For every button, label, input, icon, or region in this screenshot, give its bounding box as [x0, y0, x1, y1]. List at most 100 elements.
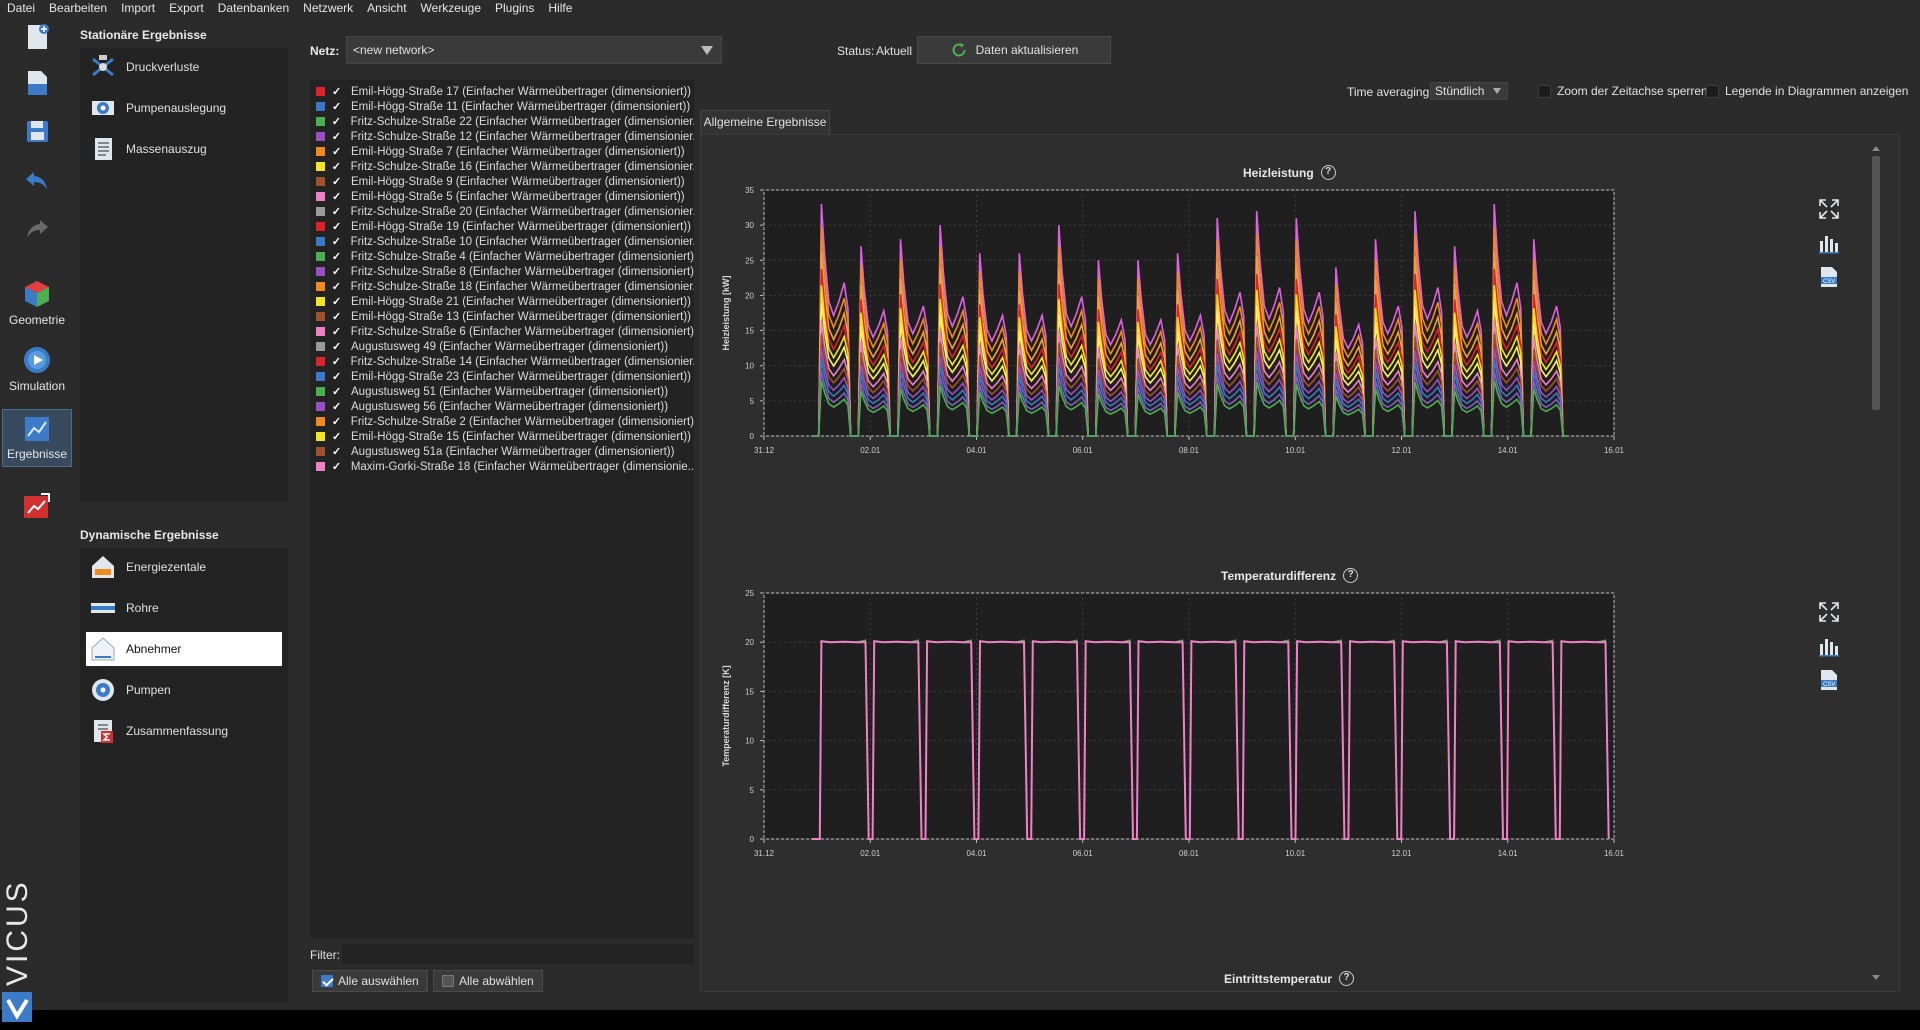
csv-export-button[interactable]: CSV — [1817, 668, 1841, 692]
scroll-thumb[interactable] — [1872, 156, 1880, 410]
consumer-item[interactable]: ✓ Augustusweg 51a (Einfacher Wärmeübertra… — [316, 444, 694, 459]
checkmark-icon[interactable]: ✓ — [332, 370, 342, 383]
legend-checkbox[interactable]: Legende in Diagrammen anzeigen — [1706, 84, 1908, 98]
nav-pumpenauslegung[interactable]: Pumpenauslegung — [86, 91, 282, 125]
tab-general-results[interactable]: Allgemeine Ergebnisse — [700, 110, 830, 134]
menu-bearbeiten[interactable]: Bearbeiten — [42, 0, 114, 16]
consumer-item[interactable]: ✓ Fritz-Schulze-Straße 8 (Einfacher Wärme… — [316, 264, 694, 279]
chart-scrollbar[interactable] — [1868, 142, 1884, 984]
checkmark-icon[interactable]: ✓ — [332, 100, 342, 113]
checkmark-icon[interactable]: ✓ — [332, 190, 342, 203]
nav-zusammenfassung[interactable]: Zusammenfassung — [86, 714, 282, 748]
consumer-item[interactable]: ✓ Augustusweg 56 (Einfacher Wärmeübertrag… — [316, 399, 694, 414]
consumer-item[interactable]: ✓ Maxim-Gorki-Straße 18 (Einfacher Wärmeü… — [316, 459, 694, 474]
checkmark-icon[interactable]: ✓ — [332, 130, 342, 143]
refresh-data-button[interactable]: Daten aktualisieren — [917, 36, 1111, 64]
nav-pumpen[interactable]: Pumpen — [86, 673, 282, 707]
checkmark-icon[interactable]: ✓ — [332, 445, 342, 458]
consumer-item[interactable]: ✓ Emil-Högg-Straße 13 (Einfacher Wärmeübe… — [316, 309, 694, 324]
checkmark-icon[interactable]: ✓ — [332, 295, 342, 308]
chart-settings-button[interactable] — [1817, 231, 1841, 255]
checkmark-icon[interactable]: ✓ — [332, 160, 342, 173]
consumer-item[interactable]: ✓ Emil-Högg-Straße 11 (Einfacher Wärmeübe… — [316, 99, 694, 114]
consumer-item[interactable]: ✓ Emil-Högg-Straße 5 (Einfacher Wärmeüber… — [316, 189, 694, 204]
select-all-button[interactable]: Alle auswählen — [312, 970, 428, 992]
consumer-item[interactable]: ✓ Fritz-Schulze-Straße 14 (Einfacher Wärm… — [316, 354, 694, 369]
consumer-item[interactable]: ✓ Fritz-Schulze-Straße 10 (Einfacher Wärm… — [316, 234, 694, 249]
consumer-item[interactable]: ✓ Fritz-Schulze-Straße 2 (Einfacher Wärme… — [316, 414, 694, 429]
save-button[interactable] — [2, 116, 72, 146]
help-icon[interactable]: ? — [1343, 568, 1359, 583]
nav-rohre[interactable]: Rohre — [86, 591, 282, 625]
consumer-item[interactable]: ✓ Fritz-Schulze-Straße 12 (Einfacher Wärm… — [316, 129, 694, 144]
consumer-item[interactable]: ✓ Augustusweg 49 (Einfacher Wärmeübertrag… — [316, 339, 694, 354]
simulation-button[interactable]: Simulation — [2, 344, 72, 393]
consumer-item[interactable]: ✓ Emil-Högg-Straße 15 (Einfacher Wärmeübe… — [316, 429, 694, 444]
filter-input[interactable] — [342, 944, 694, 964]
deselect-all-button[interactable]: Alle abwählen — [433, 970, 543, 992]
open-project-button[interactable] — [2, 68, 72, 98]
checkmark-icon[interactable]: ✓ — [332, 415, 342, 428]
menu-plugins[interactable]: Plugins — [488, 0, 541, 16]
redo-button[interactable] — [2, 214, 72, 244]
consumer-item[interactable]: ✓ Emil-Högg-Straße 17 (Einfacher Wärmeübe… — [316, 84, 694, 99]
fullscreen-button[interactable] — [1817, 197, 1841, 221]
consumer-item[interactable]: ✓ Fritz-Schulze-Straße 22 (Einfacher Wärm… — [316, 114, 694, 129]
checkmark-icon[interactable]: ✓ — [332, 115, 342, 128]
menu-netzwerk[interactable]: Netzwerk — [296, 0, 360, 16]
checkmark-icon[interactable]: ✓ — [332, 460, 342, 473]
checkmark-icon[interactable]: ✓ — [332, 250, 342, 263]
menu-datenbanken[interactable]: Datenbanken — [211, 0, 296, 16]
checkmark-icon[interactable]: ✓ — [332, 280, 342, 293]
results-button[interactable]: Ergebnisse — [2, 409, 72, 467]
checkmark-icon[interactable]: ✓ — [332, 85, 342, 98]
export-results-button[interactable] — [2, 490, 72, 522]
nav-abnehmer[interactable]: Abnehmer — [86, 632, 282, 666]
menu-import[interactable]: Import — [114, 0, 162, 16]
menu-export[interactable]: Export — [162, 0, 211, 16]
geometry-button[interactable]: Geometrie — [2, 278, 72, 327]
consumer-item[interactable]: ✓ Emil-Högg-Straße 23 (Einfacher Wärmeübe… — [316, 369, 694, 384]
checkmark-icon[interactable]: ✓ — [332, 400, 342, 413]
consumer-item[interactable]: ✓ Fritz-Schulze-Straße 6 (Einfacher Wärme… — [316, 324, 694, 339]
consumer-item[interactable]: ✓ Fritz-Schulze-Straße 20 (Einfacher Wärm… — [316, 204, 694, 219]
checkmark-icon[interactable]: ✓ — [332, 340, 342, 353]
checkmark-icon[interactable]: ✓ — [332, 430, 342, 443]
consumer-item[interactable]: ✓ Emil-Högg-Straße 21 (Einfacher Wärmeübe… — [316, 294, 694, 309]
checkmark-icon[interactable]: ✓ — [332, 310, 342, 323]
checkmark-icon[interactable]: ✓ — [332, 205, 342, 218]
consumer-item[interactable]: ✓ Fritz-Schulze-Straße 18 (Einfacher Wärm… — [316, 279, 694, 294]
checkmark-icon[interactable]: ✓ — [332, 325, 342, 338]
nav-druckverluste[interactable]: Druckverluste — [86, 50, 282, 84]
checkmark-icon[interactable]: ✓ — [332, 235, 342, 248]
csv-export-button[interactable]: CSV — [1817, 265, 1841, 289]
consumer-item[interactable]: ✓ Fritz-Schulze-Straße 16 (Einfacher Wärm… — [316, 159, 694, 174]
new-project-button[interactable] — [2, 22, 72, 52]
menu-werkzeuge[interactable]: Werkzeuge — [414, 0, 488, 16]
menu-ansicht[interactable]: Ansicht — [360, 0, 413, 16]
time-averaging-select[interactable]: Stündlich — [1430, 82, 1508, 100]
undo-button[interactable] — [2, 166, 72, 196]
network-select[interactable]: <new network> — [346, 36, 722, 64]
checkmark-icon[interactable]: ✓ — [332, 265, 342, 278]
checkmark-icon[interactable]: ✓ — [332, 220, 342, 233]
help-icon[interactable]: ? — [1339, 971, 1355, 986]
consumer-item[interactable]: ✓ Emil-Högg-Straße 7 (Einfacher Wärmeüber… — [316, 144, 694, 159]
nav-massenauszug[interactable]: Massenauszug — [86, 132, 282, 166]
scroll-down-icon[interactable] — [1868, 972, 1884, 984]
fullscreen-button[interactable] — [1817, 600, 1841, 624]
checkmark-icon[interactable]: ✓ — [332, 175, 342, 188]
consumer-item[interactable]: ✓ Augustusweg 51 (Einfacher Wärmeübertrag… — [316, 384, 694, 399]
consumer-item[interactable]: ✓ Emil-Högg-Straße 19 (Einfacher Wärmeübe… — [316, 219, 694, 234]
checkmark-icon[interactable]: ✓ — [332, 355, 342, 368]
consumer-item[interactable]: ✓ Fritz-Schulze-Straße 4 (Einfacher Wärme… — [316, 249, 694, 264]
nav-energiezentrale[interactable]: Energiezentale — [86, 550, 282, 584]
scroll-up-icon[interactable] — [1868, 142, 1884, 154]
zoom-lock-checkbox[interactable]: Zoom der Zeitachse sperren — [1538, 84, 1708, 98]
menu-datei[interactable]: Datei — [0, 0, 42, 16]
chart-settings-button[interactable] — [1817, 634, 1841, 658]
help-icon[interactable]: ? — [1320, 165, 1336, 180]
checkmark-icon[interactable]: ✓ — [332, 385, 342, 398]
menu-hilfe[interactable]: Hilfe — [541, 0, 579, 16]
consumer-item[interactable]: ✓ Emil-Högg-Straße 9 (Einfacher Wärmeüber… — [316, 174, 694, 189]
